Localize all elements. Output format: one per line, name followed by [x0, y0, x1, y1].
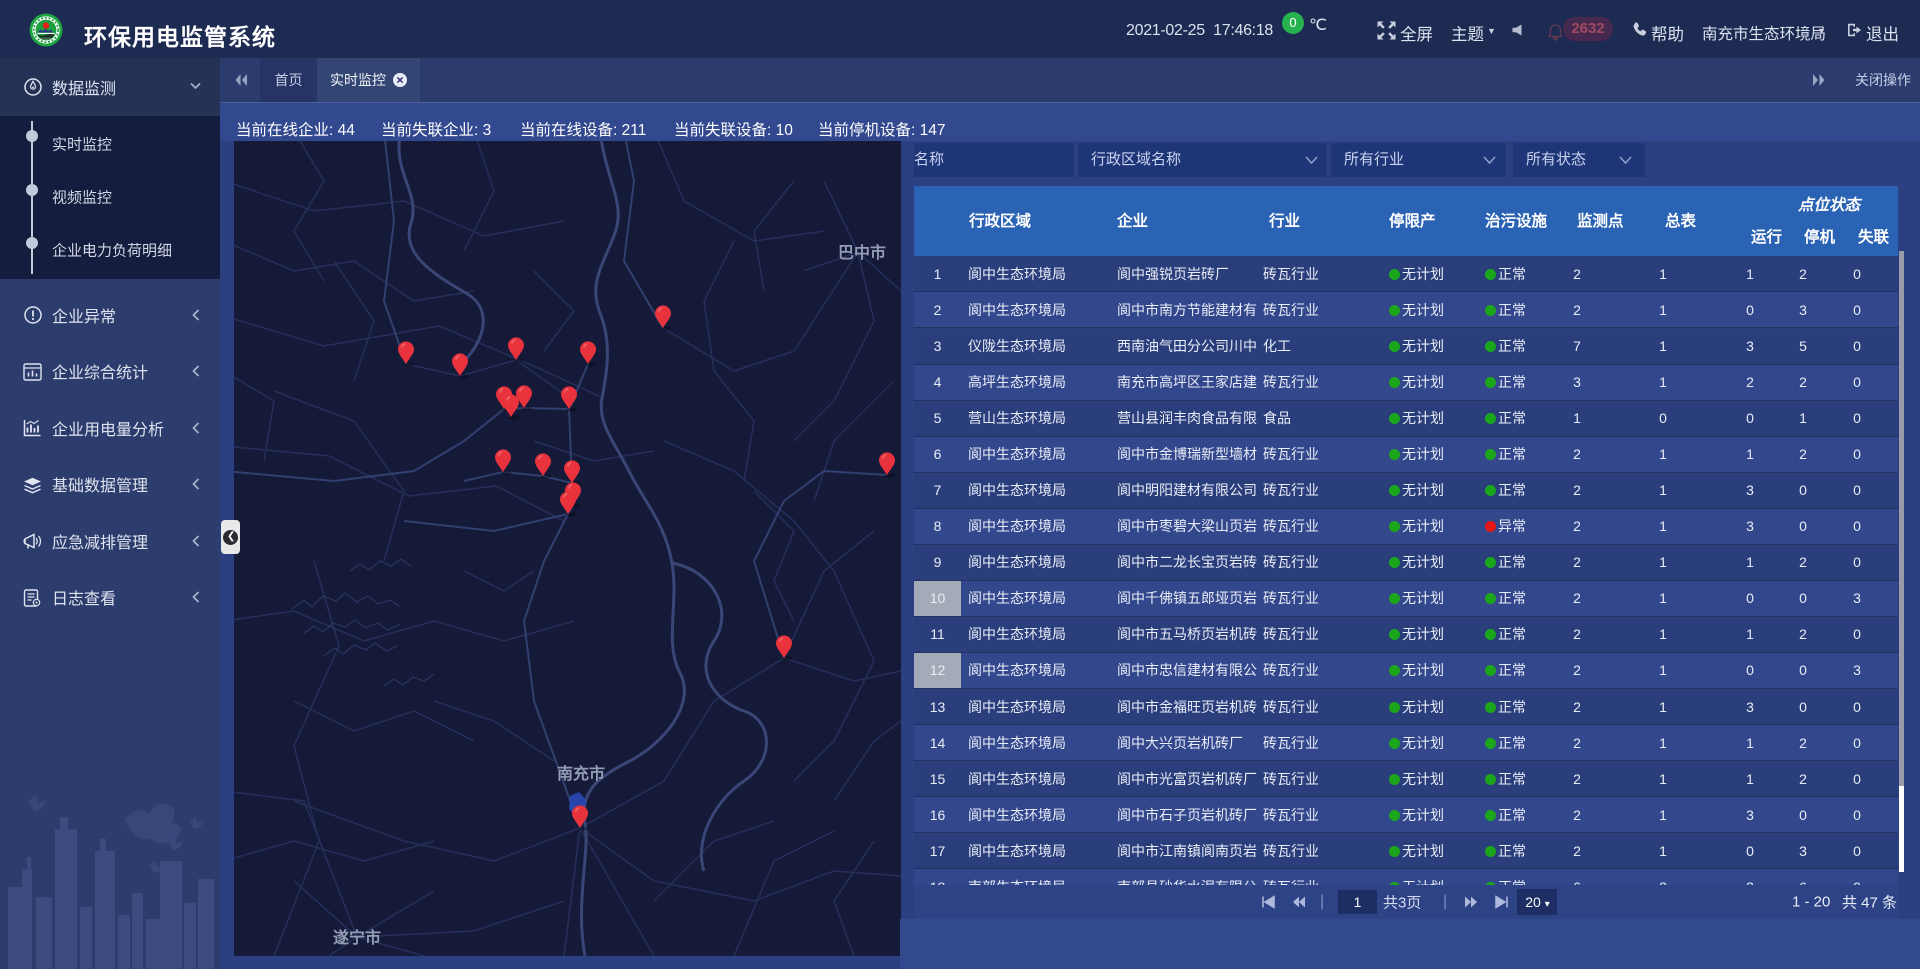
svg-text:南充市: 南充市	[557, 764, 605, 783]
svg-text:遂宁市: 遂宁市	[333, 928, 381, 947]
svg-text:巴中市: 巴中市	[838, 243, 886, 262]
